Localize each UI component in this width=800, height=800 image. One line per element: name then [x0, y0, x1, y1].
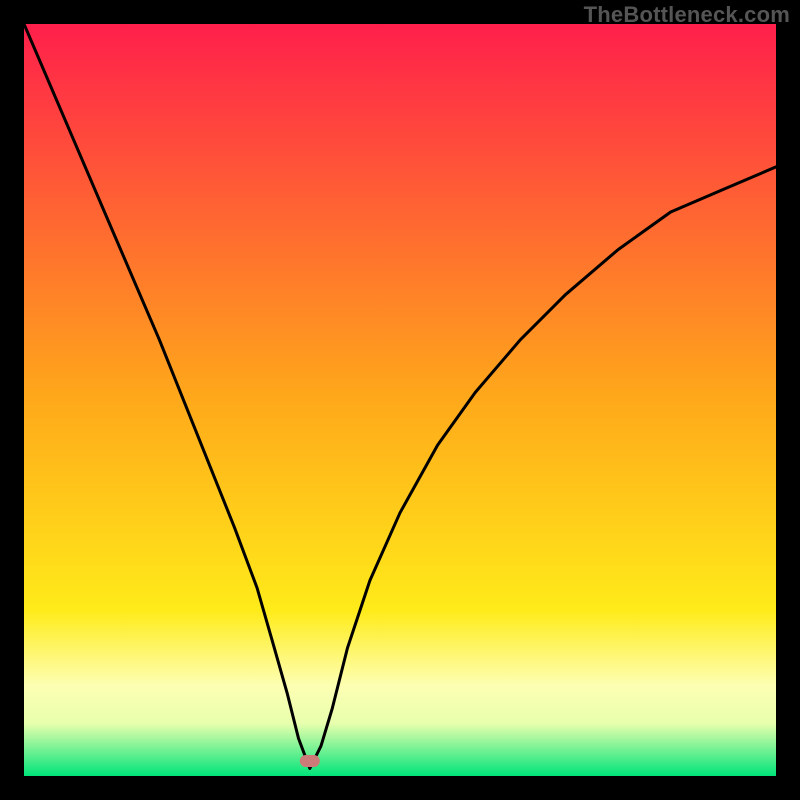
chart-svg [24, 24, 776, 776]
plot-area [24, 24, 776, 776]
optimal-marker [300, 755, 320, 767]
chart-background [24, 24, 776, 776]
watermark-text: TheBottleneck.com [584, 2, 790, 28]
chart-frame: TheBottleneck.com [0, 0, 800, 800]
